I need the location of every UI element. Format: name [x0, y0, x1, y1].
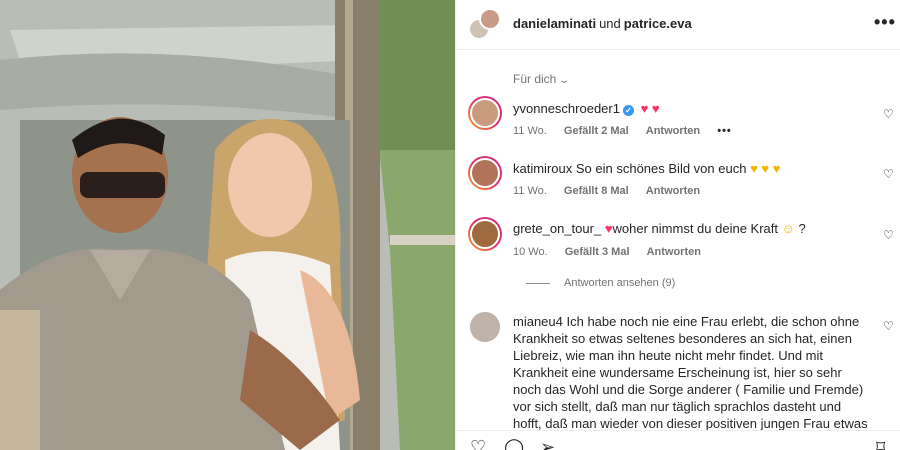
comment-sort-dropdown[interactable]: Für dich ⌄ — [513, 72, 571, 86]
view-replies-label: Antworten ansehen (9) — [564, 277, 676, 289]
comment-text: katimiroux So ein schönes Bild von euch … — [513, 160, 780, 178]
comment-body: Ich habe noch nie eine Frau erlebt, die … — [513, 314, 868, 448]
comment-punctuation: ? — [798, 221, 806, 236]
share-icon[interactable]: ➢ — [540, 438, 555, 450]
comment-body: So ein schönes Bild von euch — [575, 161, 747, 176]
bookmark-icon[interactable]: ⌑ — [876, 438, 885, 450]
reply-button[interactable]: Antworten — [646, 185, 700, 197]
avatar — [479, 8, 501, 30]
comment-meta: 11 Wo. Gefällt 2 Mal Antworten ••• — [513, 125, 746, 137]
like-count[interactable]: Gefällt 8 Mal — [564, 185, 629, 197]
heart-outline-icon[interactable]: ♡ — [883, 229, 894, 241]
post-header: danielaminati und patrice.eva ••• — [456, 0, 900, 50]
more-options-button[interactable]: ••• — [874, 12, 896, 32]
authors-joiner: und — [599, 16, 621, 31]
comment-username[interactable]: katimiroux — [513, 161, 572, 176]
comment-username[interactable]: mianeu4 — [513, 314, 563, 329]
like-count[interactable]: Gefällt 3 Mal — [565, 246, 630, 258]
emoji: ☺ — [781, 221, 795, 236]
yellow-heart-emoji: ♥ ♥ ♥ — [750, 161, 781, 176]
comment-text: yvonneschroeder1 ✓ ♥ ♥ — [513, 100, 660, 118]
author-link[interactable]: patrice.eva — [624, 16, 692, 31]
post-photo[interactable] — [0, 0, 455, 450]
reply-button[interactable]: Antworten — [646, 125, 700, 137]
heart-outline-icon[interactable]: ♡ — [883, 320, 894, 332]
comment-options-button[interactable]: ••• — [717, 125, 732, 137]
heart-emoji: ♥ — [604, 221, 613, 236]
avatar[interactable] — [468, 217, 502, 251]
comment-meta: 11 Wo. Gefällt 8 Mal Antworten — [513, 185, 714, 197]
sort-label: Für dich — [513, 72, 557, 86]
heart-outline-icon[interactable]: ♡ — [883, 168, 894, 180]
comment-meta: 10 Wo. Gefällt 3 Mal Antworten — [513, 246, 715, 258]
comment-username[interactable]: grete_on_tour_ — [513, 221, 601, 236]
chevron-down-icon: ⌄ — [559, 75, 571, 86]
heart-outline-icon[interactable]: ♡ — [883, 108, 894, 120]
reply-button[interactable]: Antworten — [647, 246, 701, 258]
post-action-bar: ♡ ◯ ➢ ⌑ — [456, 430, 900, 450]
heart-outline-icon[interactable]: ♡ — [470, 438, 486, 450]
collab-avatars[interactable] — [468, 8, 502, 42]
comment-text: grete_on_tour_ ♥woher nimmst du deine Kr… — [513, 220, 806, 238]
comment-icon[interactable]: ◯ — [504, 438, 524, 450]
verified-badge-icon: ✓ — [622, 105, 634, 116]
avatar[interactable] — [468, 310, 502, 344]
comment-time: 11 Wo. — [513, 185, 547, 197]
comments-panel: danielaminati und patrice.eva ••• Für dich… — [455, 0, 900, 450]
avatar[interactable] — [468, 156, 502, 190]
heart-emoji: ♥ ♥ — [640, 101, 660, 116]
author-link[interactable]: danielaminati — [513, 16, 596, 31]
comment-body: woher nimmst du deine Kraft — [612, 221, 778, 236]
view-replies-button[interactable]: Antworten ansehen (9) — [526, 277, 675, 289]
avatar[interactable] — [468, 96, 502, 130]
divider — [526, 282, 550, 284]
comment-time: 11 Wo. — [513, 125, 547, 137]
post-image — [0, 0, 455, 450]
like-count[interactable]: Gefällt 2 Mal — [564, 125, 629, 137]
comment-time: 10 Wo. — [513, 246, 548, 258]
comment-username[interactable]: yvonneschroeder1 — [513, 101, 620, 116]
comment-text: mianeu4 Ich habe noch nie eine Frau erle… — [513, 313, 873, 449]
post-authors: danielaminati und patrice.eva — [513, 16, 692, 31]
